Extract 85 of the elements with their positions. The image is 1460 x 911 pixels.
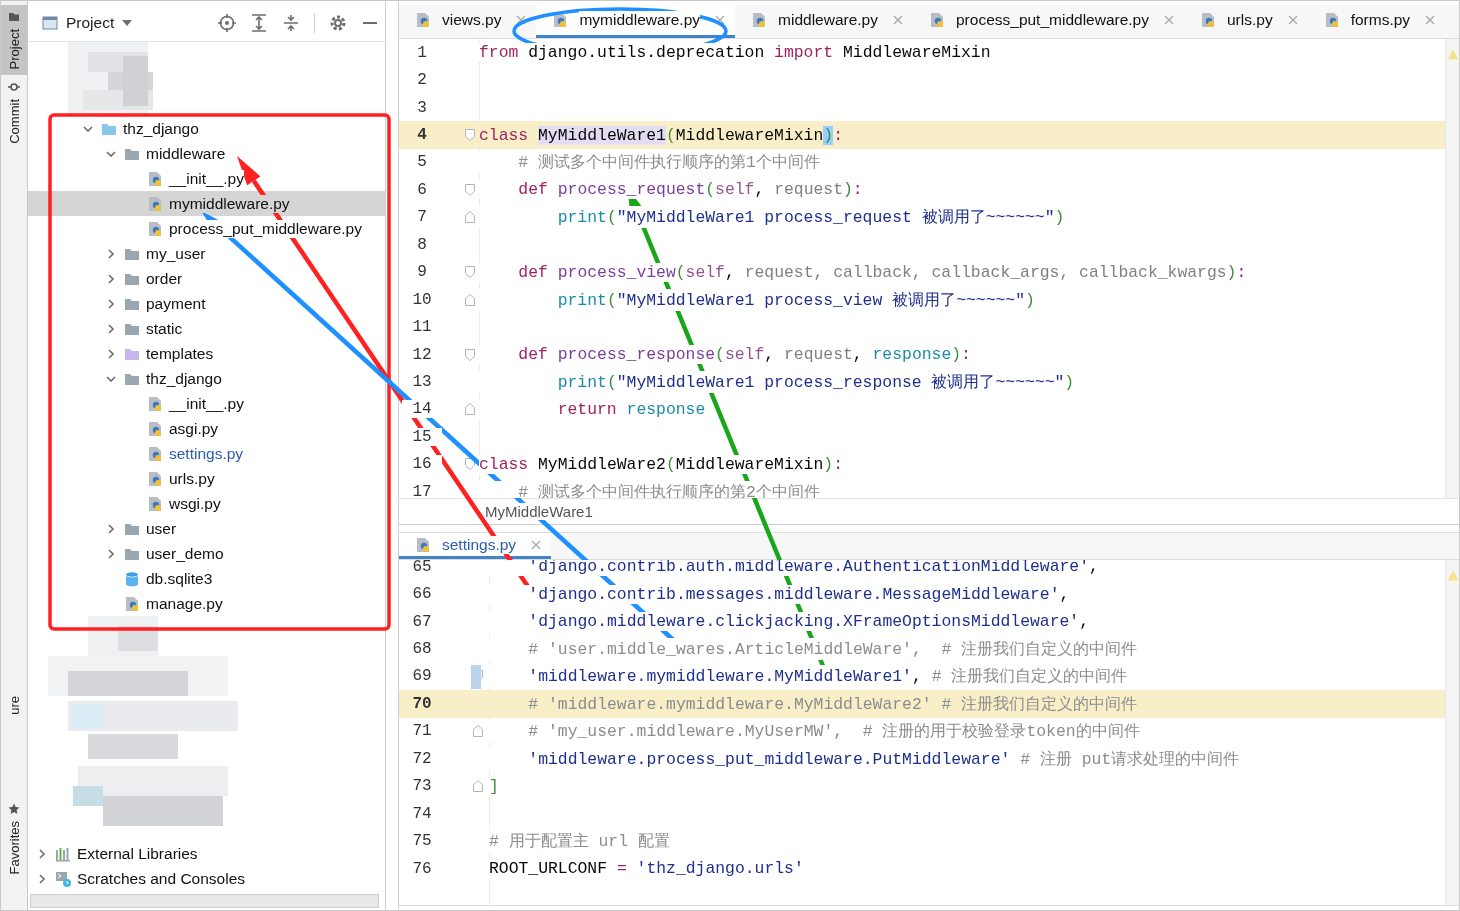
fold-marker-icon[interactable] xyxy=(465,293,475,306)
crosshair-icon[interactable] xyxy=(218,14,236,32)
tree-item[interactable]: order xyxy=(28,266,385,291)
tree-item[interactable]: user_demo xyxy=(28,541,385,566)
caret-icon xyxy=(122,20,133,26)
tree-item[interactable]: user xyxy=(28,516,385,541)
python-file-icon xyxy=(147,445,163,462)
fold-marker-icon[interactable] xyxy=(465,129,475,142)
tree-item[interactable]: asgi.py xyxy=(28,416,385,441)
commit-icon xyxy=(8,81,20,94)
tree-item[interactable]: External Libraries xyxy=(28,841,385,866)
python-file-icon xyxy=(147,495,163,512)
python-file-icon xyxy=(147,395,163,412)
library-icon xyxy=(55,845,71,862)
fold-marker-icon[interactable] xyxy=(465,183,475,196)
close-icon[interactable] xyxy=(893,15,903,25)
editor-tab[interactable]: settings.py xyxy=(399,533,552,559)
fold-marker-icon[interactable] xyxy=(465,266,475,279)
tool-window-button[interactable]: Favorites xyxy=(1,797,27,881)
python-file-icon xyxy=(415,12,431,28)
star-icon xyxy=(8,803,20,816)
fold-marker-icon[interactable] xyxy=(465,458,475,471)
python-file-icon xyxy=(147,220,163,237)
python-file-icon xyxy=(147,470,163,487)
editor-tab[interactable]: views.py xyxy=(399,5,537,38)
editor-tab[interactable]: forms.py xyxy=(1307,5,1446,38)
python-file-icon xyxy=(124,595,140,612)
tree-item[interactable]: __init__.py xyxy=(28,166,385,191)
tool-window-button[interactable]: Commit xyxy=(1,75,27,151)
tree-item[interactable]: db.sqlite3 xyxy=(28,566,385,591)
breadcrumb[interactable]: MyMiddleWare1 xyxy=(485,503,593,520)
python-file-icon xyxy=(147,420,163,437)
tool-window-button[interactable]: ure xyxy=(1,690,27,722)
fold-marker-icon[interactable] xyxy=(465,348,475,361)
close-icon[interactable] xyxy=(516,15,527,25)
python-file-icon xyxy=(415,536,431,553)
tree-item[interactable]: thz_django xyxy=(28,366,385,391)
tree-item[interactable]: templates xyxy=(28,341,385,366)
tree-item[interactable]: middleware xyxy=(28,141,385,166)
tree-item[interactable]: __init__.py xyxy=(28,391,385,416)
python-file-icon xyxy=(929,12,945,28)
fold-marker-icon[interactable] xyxy=(473,780,483,793)
horizontal-scrollbar[interactable] xyxy=(30,894,379,908)
panel-title-dropdown[interactable]: Project xyxy=(42,14,133,32)
collapse-all-icon[interactable] xyxy=(282,14,300,32)
window-icon xyxy=(42,16,58,30)
close-icon[interactable] xyxy=(1425,15,1436,25)
editor-tab[interactable]: mymiddleware.py xyxy=(536,5,736,38)
python-file-icon xyxy=(751,12,768,28)
close-icon[interactable] xyxy=(715,15,726,25)
python-file-icon xyxy=(1323,12,1340,28)
tree-item[interactable]: my_user xyxy=(28,241,385,266)
close-icon[interactable] xyxy=(1287,15,1298,25)
tree-item[interactable]: mymiddleware.py xyxy=(28,191,385,216)
warning-icon xyxy=(1446,570,1459,581)
tree-item[interactable]: manage.py xyxy=(28,591,385,616)
tree-item[interactable]: wsgi.py xyxy=(28,491,385,516)
expand-all-icon[interactable] xyxy=(250,14,268,32)
python-file-icon xyxy=(147,170,163,187)
close-icon[interactable] xyxy=(1164,15,1174,25)
tree-item[interactable]: Scratches and Consoles xyxy=(28,866,385,891)
fold-marker-icon[interactable] xyxy=(465,403,475,416)
close-icon[interactable] xyxy=(531,539,542,550)
tree-item[interactable]: process_put_middleware.py xyxy=(28,216,385,241)
editor-tab[interactable]: urls.py xyxy=(1184,5,1308,38)
python-file-icon xyxy=(1200,12,1216,28)
tree-item[interactable]: thz_django xyxy=(28,116,385,141)
tree-item[interactable]: payment xyxy=(28,291,385,316)
fold-marker-icon[interactable] xyxy=(473,725,483,738)
tree-item[interactable]: urls.py xyxy=(28,466,385,491)
editor-tab[interactable]: process_put_middleware.py xyxy=(913,5,1184,38)
terminal-clock-icon xyxy=(55,870,71,887)
tool-window-button[interactable]: Project xyxy=(1,5,27,76)
fold-marker-icon[interactable] xyxy=(465,211,475,224)
folder-icon xyxy=(8,11,20,23)
tree-item[interactable]: settings.py xyxy=(28,441,385,466)
database-icon xyxy=(124,570,140,587)
warning-icon xyxy=(1446,49,1459,60)
editor-tab[interactable]: middleware.py xyxy=(735,5,913,38)
tree-item-label: __init__.py xyxy=(169,169,244,188)
tree-item-label: mymiddleware.py xyxy=(169,194,290,213)
settings-icon[interactable] xyxy=(329,14,347,32)
python-file-icon xyxy=(147,195,163,212)
tree-item[interactable]: static xyxy=(28,316,385,341)
tree-item-label: process_put_middleware.py xyxy=(169,219,362,238)
